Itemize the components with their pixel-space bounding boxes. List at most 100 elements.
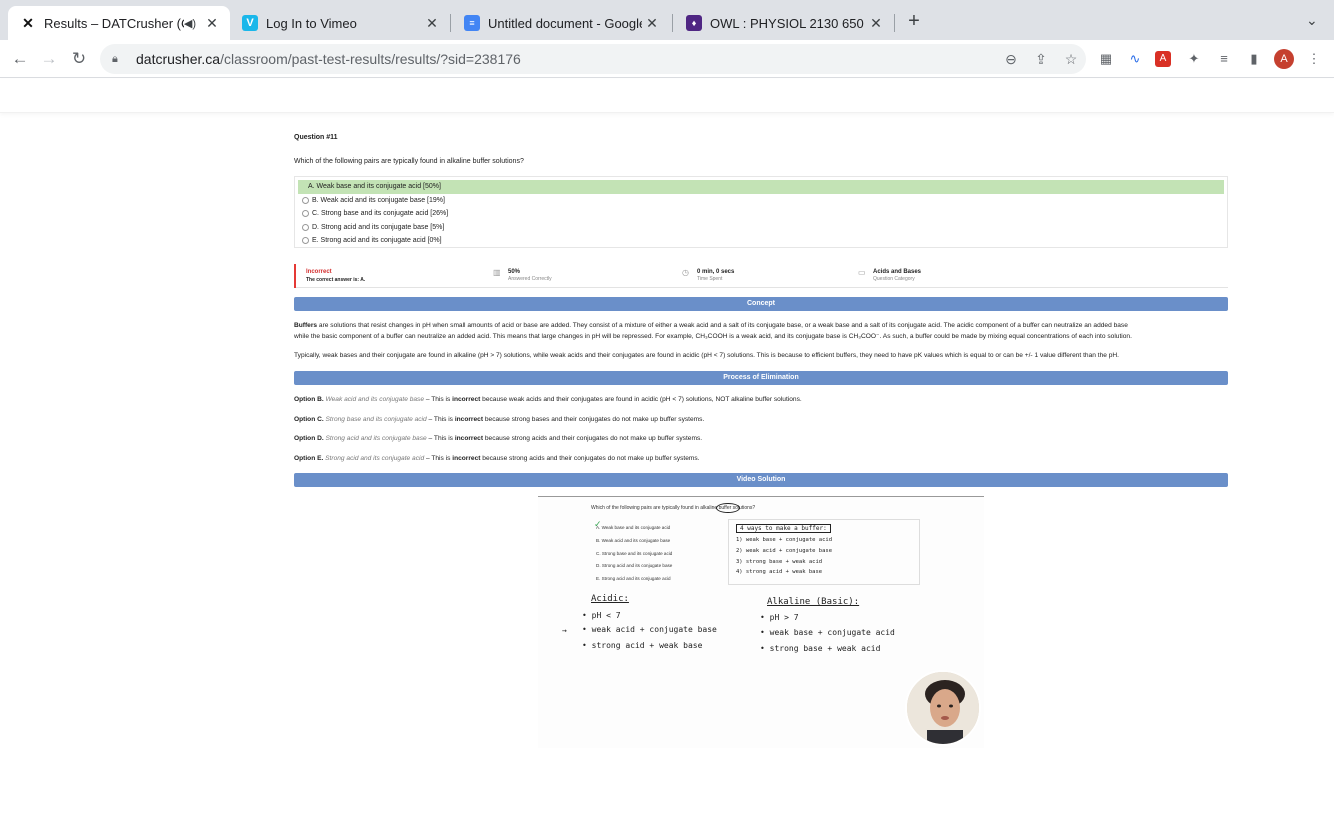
option-tag: Option D.: [294, 435, 324, 442]
zoom-icon[interactable]: ⊖: [996, 51, 1026, 68]
bookmark-star-icon[interactable]: ☆: [1056, 51, 1086, 68]
wave-extension-icon[interactable]: ∿: [1125, 49, 1145, 69]
tab-title: Results – DATCrusher (Can: [44, 15, 184, 31]
percent-label: Answered Correctly: [508, 276, 552, 282]
speaker-icon[interactable]: ◀): [184, 17, 196, 30]
radio-icon[interactable]: [302, 237, 309, 245]
browser-toolbar: ← → ↻ 🔒︎ datcrusher.ca/classroom/past-te…: [0, 40, 1334, 78]
url-text[interactable]: datcrusher.ca/classroom/past-test-result…: [136, 51, 521, 67]
concept-text: while the basic component of a buffer ca…: [294, 332, 1132, 340]
box-title: 4 ways to make a buffer:: [736, 524, 831, 533]
option-d[interactable]: D. Strong acid and its conjugate base [5…: [298, 221, 1224, 235]
tab-datcrusher[interactable]: ✕ Results – DATCrusher (Can ◀) ✕: [8, 6, 230, 40]
reason: because weak acids and their conjugates …: [480, 396, 802, 403]
acidic-title: Acidic:: [591, 594, 629, 604]
new-tab-button[interactable]: +: [904, 11, 924, 32]
owl-icon: ♦: [686, 15, 702, 31]
back-button[interactable]: ←: [9, 48, 31, 70]
stat-result: Incorrect The correct answer is: A.: [306, 268, 365, 284]
clock-icon: ◷: [682, 268, 689, 277]
tab-title: OWL : PHYSIOL 2130 650 SU2: [710, 15, 866, 31]
elimination-item-e: Option E. Strong acid and its conjugate …: [294, 455, 700, 462]
puzzle-extensions-icon[interactable]: ✦: [1184, 49, 1204, 69]
verdict: incorrect: [452, 396, 481, 403]
verdict: incorrect: [454, 435, 484, 442]
question-number: Question #11: [294, 134, 338, 141]
close-icon[interactable]: ✕: [866, 13, 886, 33]
option-a[interactable]: A. Weak base and its conjugate acid [50%…: [298, 180, 1224, 194]
avatar[interactable]: A: [1274, 49, 1294, 69]
option-e[interactable]: E. Strong acid and its conjugate acid [0…: [298, 234, 1224, 248]
elimination-item-c: Option C. Strong base and its conjugate …: [294, 416, 704, 423]
tab-separator: [894, 14, 895, 32]
tab-separator: [450, 14, 451, 32]
video-option: A. Weak base and its conjugate acid: [596, 525, 671, 530]
question-text: Which of the following pairs are typical…: [294, 158, 524, 165]
presenter-webcam: [905, 670, 981, 746]
video-option: C. Strong base and its conjugate acid: [596, 551, 673, 556]
video-option: B. Weak acid and its conjugate base: [596, 538, 671, 543]
close-icon[interactable]: ✕: [642, 13, 662, 33]
reason: because strong acids and their conjugate…: [483, 435, 703, 442]
option-connector: – This is: [424, 455, 453, 462]
category-value: Acids and Bases: [873, 269, 922, 275]
alkaline-title: Alkaline (Basic):: [767, 597, 860, 607]
circle-annotation: [716, 503, 740, 513]
kebab-menu-icon[interactable]: ⋮: [1304, 49, 1324, 69]
box-item: 4) strong acid + weak base: [736, 569, 823, 575]
acidic-item: • weak acid + conjugate base: [582, 625, 717, 634]
close-icon[interactable]: ✕: [422, 13, 442, 33]
option-c[interactable]: C. Strong base and its conjugate acid [2…: [298, 207, 1224, 221]
alkaline-item: • pH > 7: [760, 613, 799, 622]
elimination-heading: Process of Elimination: [294, 371, 1228, 385]
reload-button[interactable]: ↻: [68, 48, 90, 70]
option-connector: – This is: [424, 396, 453, 403]
option-label: E. Strong acid and its conjugate acid [0…: [312, 237, 442, 245]
option-connector: – This is: [426, 416, 455, 423]
acidic-item: • strong acid + weak base: [582, 641, 703, 650]
forward-button[interactable]: →: [38, 48, 60, 70]
verdict: incorrect: [454, 416, 484, 423]
site-header: [0, 79, 1334, 113]
concept-heading: Concept: [294, 297, 1228, 311]
tab-google-docs[interactable]: ≡ Untitled document - Google Do ✕: [452, 6, 670, 40]
alkaline-item: • strong base + weak acid: [760, 644, 881, 653]
option-b[interactable]: B. Weak acid and its conjugate base [19%…: [298, 194, 1224, 208]
tab-vimeo[interactable]: V Log In to Vimeo ✕: [230, 6, 450, 40]
option-name: Strong acid and its conjugate acid: [325, 455, 425, 462]
incorrect-indicator: [294, 264, 296, 288]
box-item: 1) weak base + conjugate acid: [736, 537, 833, 543]
option-name: Weak acid and its conjugate base: [325, 396, 424, 403]
close-icon[interactable]: ✕: [202, 13, 222, 33]
bar-chart-icon: ▥: [493, 268, 501, 277]
chevron-down-icon[interactable]: ⌄: [1306, 12, 1318, 29]
side-panel-icon[interactable]: ▮: [1244, 49, 1264, 69]
google-docs-icon: ≡: [464, 15, 480, 31]
option-label: A. Weak base and its conjugate acid [50%…: [308, 183, 441, 191]
url-host: datcrusher.ca: [136, 51, 221, 67]
elimination-item-b: Option B. Weak acid and its conjugate ba…: [294, 396, 802, 403]
radio-icon[interactable]: [302, 196, 309, 204]
percent-value: 50%: [508, 269, 521, 275]
concept-text: are solutions that resist changes in pH …: [317, 322, 1128, 329]
tab-owl[interactable]: ♦ OWL : PHYSIOL 2130 650 SU2 ✕: [674, 6, 894, 40]
video-player[interactable]: Which of the following pairs are typical…: [538, 496, 984, 748]
url-path: /classroom/past-test-results/results/?si…: [220, 51, 521, 67]
share-icon[interactable]: ⇪: [1026, 51, 1056, 68]
vimeo-icon: V: [242, 15, 258, 31]
acrobat-extension-icon[interactable]: A: [1155, 51, 1171, 67]
calculator-extension-icon[interactable]: ▦: [1096, 49, 1116, 69]
video-option: E. Strong acid and its conjugate acid: [596, 576, 671, 581]
time-value: 0 min, 0 secs: [697, 269, 735, 275]
option-label: D. Strong acid and its conjugate base [5…: [312, 223, 445, 231]
acidic-item: • pH < 7: [582, 611, 621, 620]
stat-category: ▭ Acids and Bases Question Category: [858, 268, 921, 283]
radio-icon[interactable]: [302, 223, 309, 231]
radio-icon[interactable]: [302, 210, 309, 218]
option-label: B. Weak acid and its conjugate base [19%…: [312, 196, 445, 204]
address-bar[interactable]: 🔒︎ datcrusher.ca/classroom/past-test-res…: [100, 44, 1086, 74]
option-tag: Option B.: [294, 396, 324, 403]
media-queue-icon[interactable]: ≡: [1214, 49, 1234, 69]
stat-time: ◷ 0 min, 0 secs Time Spent: [682, 268, 734, 283]
lock-icon: 🔒︎: [112, 52, 118, 65]
